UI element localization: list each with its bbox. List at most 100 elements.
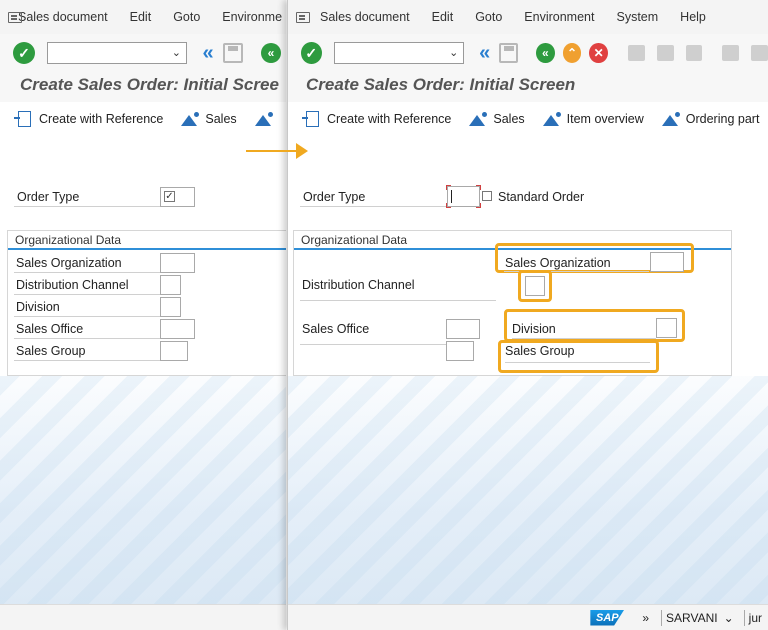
system-toolbar: ✓ ⌄ « « ⌃ ✕ — [288, 34, 768, 72]
cancel-icon[interactable]: ✕ — [589, 43, 608, 63]
organizational-data-title: Organizational Data — [301, 233, 408, 247]
back-double-icon[interactable]: « — [472, 42, 491, 65]
system-user[interactable]: SARVANI — [666, 611, 718, 625]
document-icon — [14, 111, 31, 127]
order-type-field[interactable] — [446, 185, 481, 208]
chevron-down-icon[interactable]: ⌄ — [449, 46, 458, 59]
division-field[interactable] — [160, 297, 181, 317]
application-toolbar: Create with Reference Sales Item overvie… — [288, 102, 768, 136]
enter-icon[interactable]: ✓ — [301, 42, 322, 64]
sales-group-field[interactable] — [160, 341, 188, 361]
status-trailing-text: jur — [748, 610, 762, 625]
left-screen-panel: Sales document Edit Goto Environme ✓ ⌄ «… — [0, 0, 286, 630]
create-with-reference-label: Create with Reference — [39, 112, 164, 126]
distribution-channel-label: Distribution Channel — [300, 278, 496, 301]
title-bar: Create Sales Order: Initial Screen — [288, 72, 768, 102]
item-overview-icon — [254, 112, 273, 126]
background-pattern — [288, 376, 768, 604]
sales-button[interactable]: Sales — [469, 112, 525, 126]
status-bar: SAP » SARVANI ⌄ jur — [288, 604, 768, 630]
ordering-party-button[interactable]: Ordering part — [661, 112, 760, 126]
sales-group-label: Sales Group — [14, 344, 160, 361]
menu-goto[interactable]: Goto — [475, 10, 502, 24]
ordering-party-icon — [661, 112, 680, 126]
sales-group-field[interactable] — [446, 341, 474, 361]
sales-organization-field[interactable] — [160, 253, 195, 273]
exit-icon[interactable]: ⌃ — [562, 43, 582, 63]
chevron-down-icon[interactable]: ⌄ — [724, 611, 734, 625]
right-screen-panel: Sales document Edit Goto Environment Sys… — [287, 0, 768, 630]
sales-button[interactable]: Sales — [181, 112, 237, 126]
sales-office-label: Sales Office — [300, 322, 446, 345]
sales-label: Sales — [205, 112, 237, 126]
command-field[interactable]: ⌄ — [47, 42, 187, 64]
create-with-reference-label: Create with Reference — [327, 112, 452, 126]
division-label: Division — [14, 300, 160, 317]
menu-bar: Sales document Edit Goto Environme — [0, 0, 286, 34]
order-type-label: Order Type — [300, 190, 446, 207]
division-field[interactable] — [656, 318, 677, 338]
title-bar: Create Sales Order: Initial Scree — [0, 72, 286, 102]
save-icon[interactable] — [499, 43, 518, 63]
sap-logo: SAP — [590, 609, 625, 626]
menu-system[interactable]: System — [616, 10, 658, 24]
status-expand-icon[interactable]: » — [642, 611, 649, 625]
page-title: Create Sales Order: Initial Scree — [20, 75, 279, 94]
item-overview-button[interactable]: Item overview — [542, 112, 644, 126]
order-type-label: Order Type — [14, 190, 160, 207]
sales-office-field[interactable] — [446, 319, 480, 339]
find-icon[interactable] — [656, 45, 674, 61]
status-separator — [661, 609, 663, 626]
save-icon[interactable] — [223, 43, 243, 63]
sales-office-field[interactable] — [160, 319, 195, 339]
create-with-reference-button[interactable]: Create with Reference — [14, 111, 164, 127]
sales-organization-field[interactable] — [650, 252, 684, 272]
menu-icon[interactable] — [296, 11, 310, 23]
chevron-down-icon[interactable]: ⌄ — [172, 46, 181, 59]
item-overview-label: Item overview — [566, 112, 644, 126]
menu-edit[interactable]: Edit — [130, 10, 152, 24]
back-icon[interactable]: « — [535, 43, 555, 63]
distribution-channel-field[interactable] — [160, 275, 181, 295]
ordering-party-label: Ordering part — [685, 112, 760, 126]
sales-office-label: Sales Office — [14, 322, 160, 339]
print-icon[interactable] — [627, 45, 645, 61]
arrow-icon — [246, 143, 310, 159]
item-overview-icon — [542, 112, 561, 126]
first-page-icon[interactable] — [722, 45, 740, 61]
application-toolbar: Create with Reference Sales — [0, 102, 286, 136]
sales-label: Sales — [493, 112, 525, 126]
distribution-channel-field[interactable] — [525, 276, 545, 296]
sales-icon — [181, 112, 200, 126]
menu-help[interactable]: Help — [680, 10, 706, 24]
distribution-channel-label: Distribution Channel — [14, 278, 160, 295]
group-divider — [8, 248, 286, 250]
back-double-icon[interactable]: « — [195, 42, 215, 65]
menu-environment[interactable]: Environment — [524, 10, 594, 24]
menu-environment[interactable]: Environme — [222, 10, 282, 24]
sales-organization-label: Sales Organization — [14, 256, 160, 273]
division-label: Division — [512, 322, 656, 339]
menu-goto[interactable]: Goto — [173, 10, 200, 24]
status-separator — [743, 609, 745, 626]
menu-sales-document[interactable]: Sales document — [320, 10, 410, 24]
order-type-checkbox[interactable]: ✓ — [164, 191, 175, 202]
back-icon[interactable]: « — [261, 43, 281, 63]
status-bar — [0, 604, 286, 630]
order-type-description: Standard Order — [498, 190, 585, 204]
command-field[interactable]: ⌄ — [333, 42, 465, 64]
create-with-reference-button[interactable]: Create with Reference — [302, 111, 452, 127]
document-icon — [302, 111, 319, 127]
item-overview-button[interactable] — [254, 112, 279, 126]
sales-group-label: Sales Group — [505, 344, 650, 363]
enter-icon[interactable]: ✓ — [13, 42, 35, 64]
menu-bar: Sales document Edit Goto Environment Sys… — [288, 0, 768, 34]
organizational-data-title: Organizational Data — [15, 233, 122, 247]
previous-page-icon[interactable] — [751, 45, 768, 61]
page-title: Create Sales Order: Initial Screen — [306, 75, 576, 94]
menu-sales-document[interactable]: Sales document — [18, 10, 108, 24]
menu-edit[interactable]: Edit — [432, 10, 454, 24]
order-type-search-help-icon[interactable] — [482, 191, 492, 201]
system-toolbar: ✓ ⌄ « « — [0, 34, 286, 72]
find-next-icon[interactable] — [685, 45, 703, 61]
